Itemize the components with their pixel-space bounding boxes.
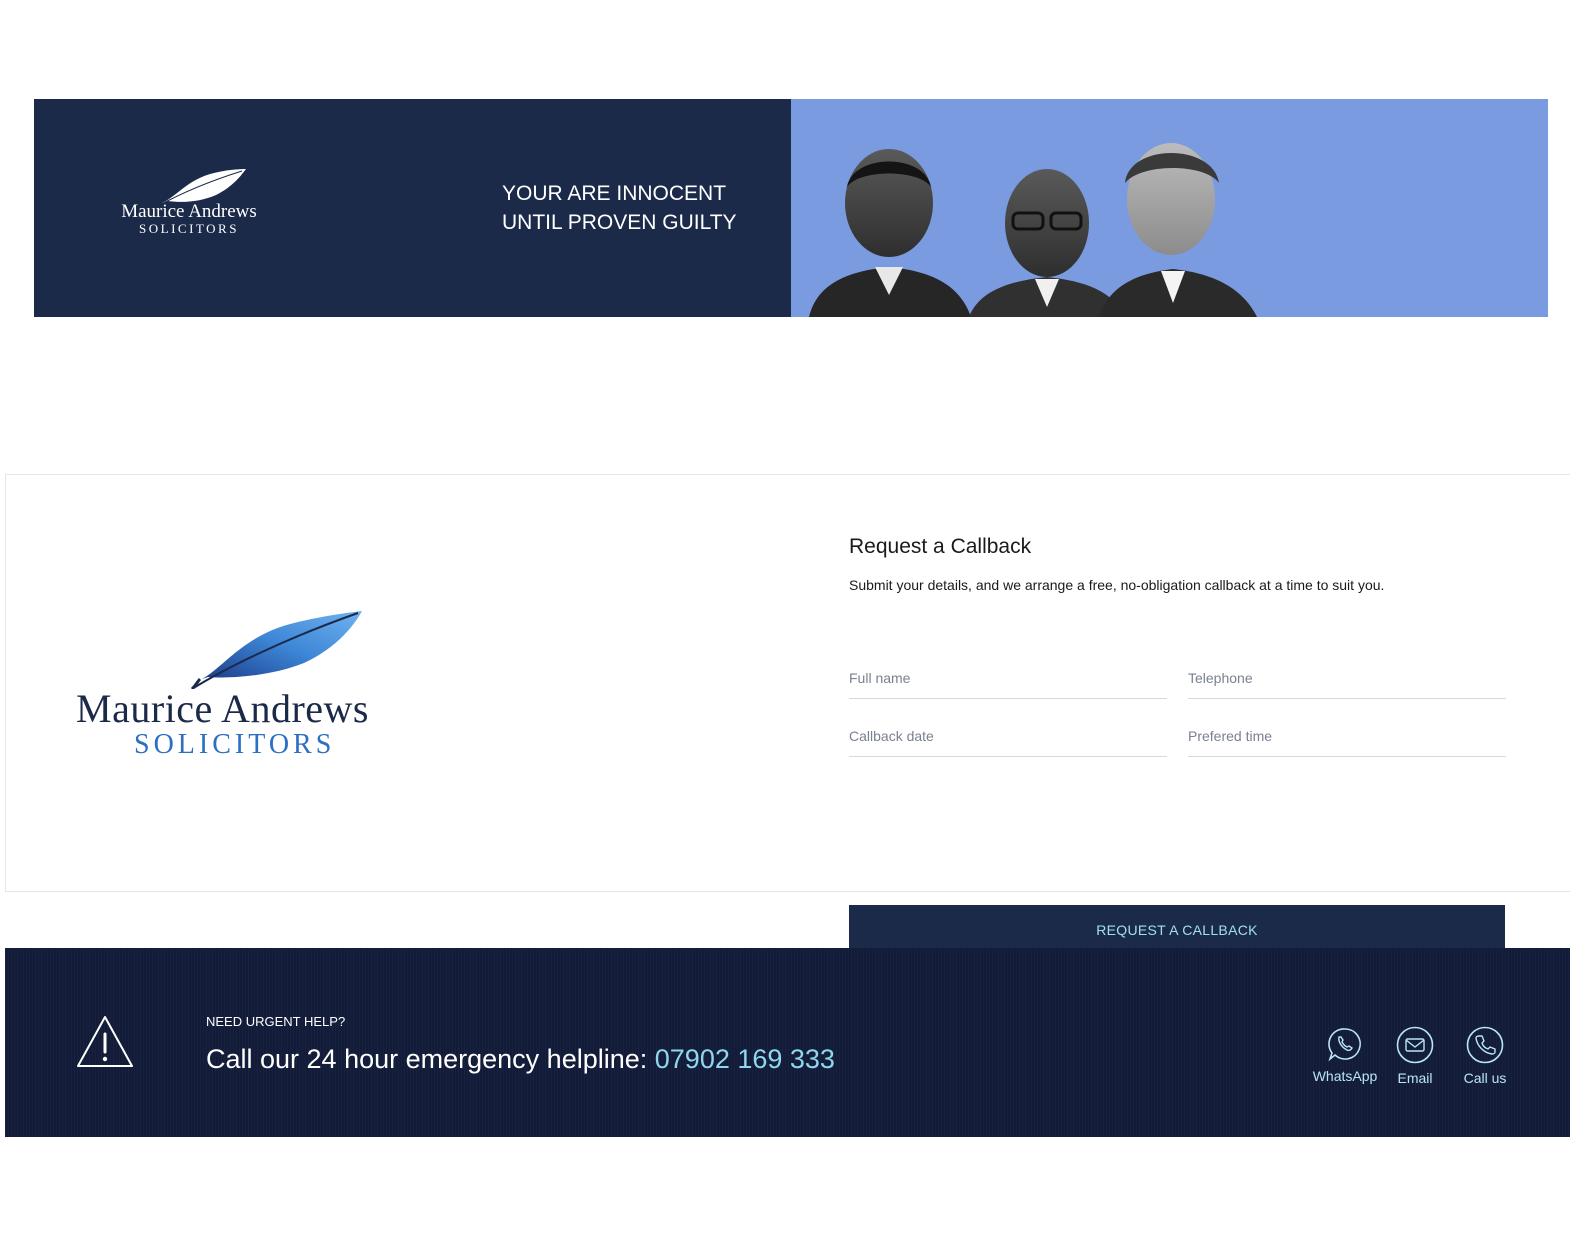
preferred-time-field-wrap: [1188, 713, 1506, 757]
company-logo-sub: SOLICITORS: [134, 729, 336, 760]
urgent-help-footer: NEED URGENT HELP? Call our 24 hour emerg…: [5, 948, 1570, 1137]
team-photo: [809, 143, 1257, 317]
helpline-phone-link[interactable]: 07902 169 333: [655, 1044, 835, 1074]
company-logo[interactable]: Maurice Andrews SOLICITORS: [76, 609, 412, 760]
company-logo-name: Maurice Andrews: [76, 686, 369, 731]
call-us-label: Call us: [1463, 1070, 1507, 1086]
whatsapp-button[interactable]: WhatsApp: [1310, 1026, 1380, 1086]
email-label: Email: [1397, 1070, 1433, 1086]
banner-logo-sub: SOLICITORS: [139, 221, 239, 236]
telephone-field-wrap: [1188, 655, 1506, 699]
hero-banner: Maurice Andrews SOLICITORS YOUR ARE INNO…: [34, 99, 1548, 317]
whatsapp-icon: [1328, 1028, 1361, 1062]
urgent-help-label: NEED URGENT HELP?: [206, 1014, 346, 1029]
phone-icon: [1466, 1026, 1504, 1064]
helpline-intro: Call our 24 hour emergency helpline:: [206, 1044, 655, 1074]
warning-icon: [77, 1016, 133, 1067]
banner-logo[interactable]: Maurice Andrews SOLICITORS: [104, 167, 274, 239]
banner-slogan: YOUR ARE INNOCENT UNTIL PROVEN GUILTY: [502, 179, 737, 237]
call-button[interactable]: Call us: [1450, 1026, 1520, 1086]
full-name-field-wrap: [849, 655, 1167, 699]
whatsapp-label: WhatsApp: [1312, 1068, 1378, 1084]
callback-date-field-wrap: [849, 713, 1167, 757]
preferred-time-input[interactable]: [1188, 713, 1506, 756]
slogan-line-2: UNTIL PROVEN GUILTY: [502, 211, 737, 234]
form-description: Submit your details, and we arrange a fr…: [849, 577, 1385, 593]
slogan-line-1: YOUR ARE INNOCENT: [502, 182, 727, 205]
email-button[interactable]: Email: [1380, 1026, 1450, 1086]
banner-photo-panel: [791, 99, 1548, 317]
full-name-input[interactable]: [849, 655, 1167, 698]
banner-left-panel: Maurice Andrews SOLICITORS YOUR ARE INNO…: [34, 99, 791, 317]
telephone-input[interactable]: [1188, 655, 1506, 698]
banner-logo-name: Maurice Andrews: [121, 201, 257, 222]
form-title: Request a Callback: [849, 535, 1032, 558]
callback-date-input[interactable]: [849, 713, 1167, 756]
email-icon: [1396, 1026, 1434, 1064]
callback-section: Maurice Andrews SOLICITORS Request a Cal…: [5, 474, 1570, 954]
callback-form: Request a Callback Submit your details, …: [849, 535, 1506, 954]
helpline-text: Call our 24 hour emergency helpline: 079…: [206, 1044, 835, 1075]
contact-options: WhatsApp Email Call us: [1310, 1026, 1520, 1086]
feather-icon: [190, 611, 362, 689]
request-callback-button[interactable]: REQUEST A CALLBACK: [849, 905, 1505, 954]
